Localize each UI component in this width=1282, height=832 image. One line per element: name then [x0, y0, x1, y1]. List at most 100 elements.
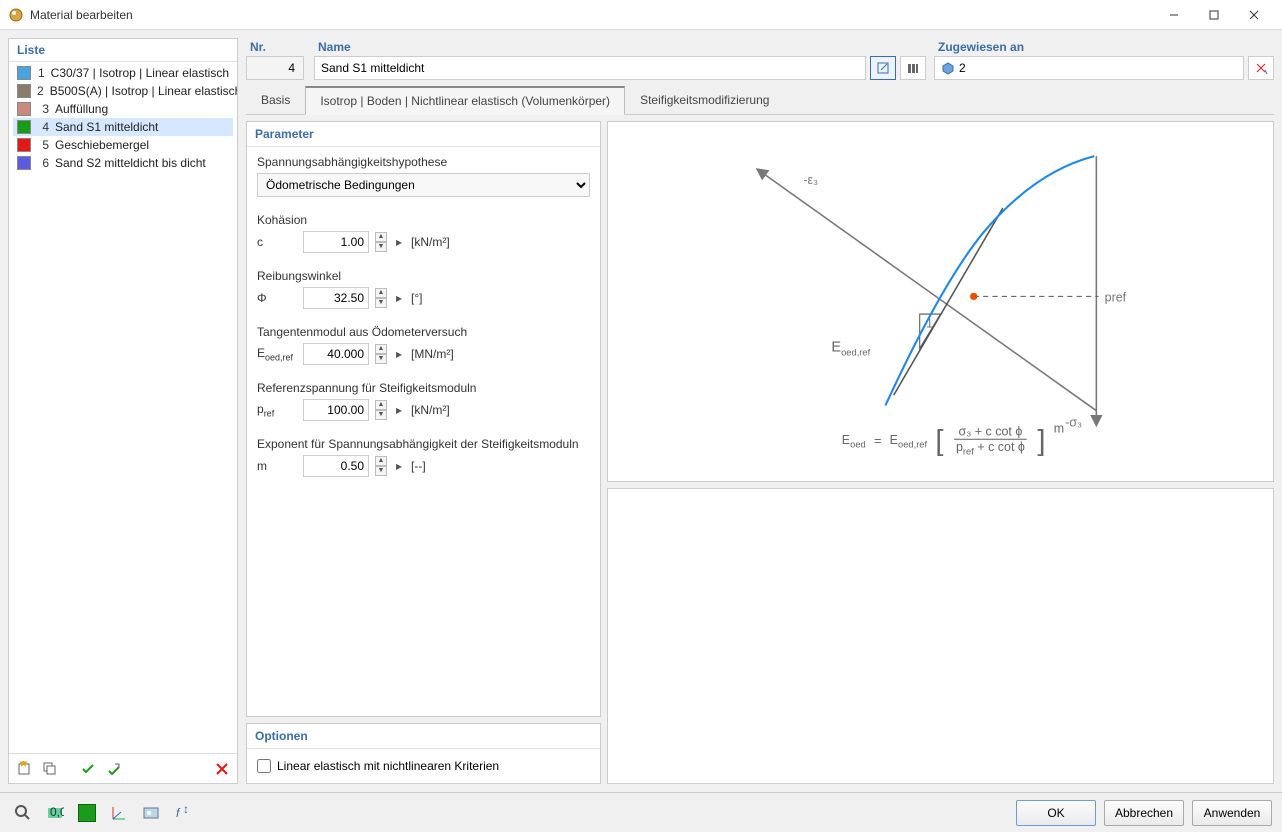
linear-elastic-checkbox-row[interactable]: Linear elastisch mit nichtlinearen Krite… — [257, 759, 590, 773]
svg-text:0,00: 0,00 — [50, 805, 64, 819]
material-number: 6 — [37, 156, 49, 170]
assigned-value: 2 — [959, 61, 966, 75]
parameter-panel: Parameter Spannungsabhängigkeitshypothes… — [246, 121, 601, 717]
edit-name-button[interactable] — [870, 56, 896, 80]
apply-button[interactable]: Anwenden — [1192, 800, 1272, 826]
material-item[interactable]: 2 B500S(A) | Isotrop | Linear elastisch — [13, 82, 233, 100]
c-spinner[interactable]: ▲▼ — [375, 232, 387, 252]
c-more-button[interactable]: ▸ — [393, 231, 405, 253]
main-area: Liste 1 C30/37 | Isotrop | Linear elasti… — [0, 30, 1282, 792]
m-symbol: m — [257, 459, 297, 473]
material-list[interactable]: 1 C30/37 | Isotrop | Linear elastisch 2 … — [9, 62, 237, 753]
minimize-button[interactable] — [1154, 0, 1194, 30]
list-header: Liste — [9, 39, 237, 62]
material-item[interactable]: 3 Auffüllung — [13, 100, 233, 118]
linear-elastic-checkbox[interactable] — [257, 759, 271, 773]
include-options-button[interactable] — [103, 758, 125, 780]
tab-bar: BasisIsotrop | Boden | Nichtlinear elast… — [246, 86, 1274, 115]
tab[interactable]: Basis — [246, 86, 305, 115]
material-name: C30/37 | Isotrop | Linear elastisch — [51, 66, 229, 80]
tab[interactable]: Steifigkeitsmodifizierung — [625, 86, 784, 115]
name-label: Name — [314, 38, 926, 56]
linear-elastic-label: Linear elastisch mit nichtlinearen Krite… — [277, 759, 499, 773]
hypothesis-label: Spannungsabhängigkeitshypothese — [257, 155, 590, 169]
svg-text:★: ★ — [18, 761, 29, 770]
function-icon[interactable]: f↕ — [170, 800, 196, 826]
list-toolbar: ★ — [9, 753, 237, 783]
m-more-button[interactable]: ▸ — [393, 455, 405, 477]
material-color-swatch — [17, 84, 31, 98]
bottom-bar: 0,00 f↕ OK Abbrechen Anwenden — [0, 792, 1282, 832]
phi-spinner[interactable]: ▲▼ — [375, 288, 387, 308]
ok-button[interactable]: OK — [1016, 800, 1096, 826]
y-axis-label: -ε₃ — [803, 173, 818, 187]
pref-more-button[interactable]: ▸ — [393, 399, 405, 421]
window-title: Material bearbeiten — [30, 8, 1154, 22]
c-unit: [kN/m²] — [411, 235, 450, 249]
pref-symbol: pref — [257, 402, 297, 418]
material-number: 3 — [37, 102, 49, 116]
material-list-panel: Liste 1 C30/37 | Isotrop | Linear elasti… — [8, 38, 238, 784]
nr-input[interactable] — [246, 56, 304, 80]
pref-spinner[interactable]: ▲▼ — [375, 400, 387, 420]
material-number: 1 — [37, 66, 45, 80]
material-item[interactable]: 5 Geschiebemergel — [13, 136, 233, 154]
cancel-button[interactable]: Abbrechen — [1104, 800, 1184, 826]
eoed-more-button[interactable]: ▸ — [393, 343, 405, 365]
m-input[interactable] — [303, 455, 369, 477]
lower-graph-panel — [607, 488, 1274, 784]
color-icon[interactable] — [74, 800, 100, 826]
material-item[interactable]: 1 C30/37 | Isotrop | Linear elastisch — [13, 64, 233, 82]
material-color-swatch — [17, 138, 31, 152]
material-item[interactable]: 6 Sand S2 mitteldicht bis dicht — [13, 154, 233, 172]
volume-icon — [941, 61, 955, 75]
search-icon[interactable] — [10, 800, 36, 826]
name-input[interactable] — [314, 56, 866, 80]
assigned-input[interactable]: 2 — [934, 56, 1244, 80]
clear-assignment-button[interactable] — [1248, 56, 1274, 80]
cohesion-label: Kohäsion — [257, 213, 590, 227]
eoed-input[interactable] — [303, 343, 369, 365]
new-item-button[interactable]: ★ — [13, 758, 35, 780]
app-icon — [8, 7, 24, 23]
delete-button[interactable] — [211, 758, 233, 780]
c-input[interactable] — [303, 231, 369, 253]
phi-input[interactable] — [303, 287, 369, 309]
eoed-symbol: Eoed,ref — [257, 346, 297, 362]
svg-text:pref: pref — [1105, 291, 1127, 305]
svg-text:↕: ↕ — [183, 804, 189, 816]
nr-label: Nr. — [246, 38, 306, 56]
options-panel: Optionen Linear elastisch mit nichtlinea… — [246, 723, 601, 784]
content-split: Parameter Spannungsabhängigkeitshypothes… — [246, 121, 1274, 784]
copy-item-button[interactable] — [39, 758, 61, 780]
eoed-unit: [MN/m²] — [411, 347, 454, 361]
eoed-spinner[interactable]: ▲▼ — [375, 344, 387, 364]
render-icon[interactable] — [138, 800, 164, 826]
svg-text:f: f — [176, 806, 181, 820]
material-number: 4 — [37, 120, 49, 134]
material-name: B500S(A) | Isotrop | Linear elastisch — [50, 84, 237, 98]
decimals-icon[interactable]: 0,00 — [42, 800, 68, 826]
material-name: Sand S2 mitteldicht bis dicht — [55, 156, 206, 170]
axes-icon[interactable] — [106, 800, 132, 826]
material-color-swatch — [17, 66, 31, 80]
title-bar: Material bearbeiten — [0, 0, 1282, 30]
hypothesis-dropdown[interactable]: Ödometrische Bedingungen — [257, 173, 590, 197]
include-button[interactable] — [77, 758, 99, 780]
phi-more-button[interactable]: ▸ — [393, 287, 405, 309]
library-button[interactable] — [900, 56, 926, 80]
close-button[interactable] — [1234, 0, 1274, 30]
tab[interactable]: Isotrop | Boden | Nichtlinear elastisch … — [305, 86, 625, 115]
material-color-swatch — [17, 102, 31, 116]
pref-input[interactable] — [303, 399, 369, 421]
m-spinner[interactable]: ▲▼ — [375, 456, 387, 476]
graph-panel: -ε₃ -σ₃ pref 1 Eoed,re — [607, 121, 1274, 482]
options-header: Optionen — [247, 724, 600, 749]
c-symbol: c — [257, 235, 297, 249]
header-row: Nr. Name Zugewiesen an 2 — [246, 38, 1274, 80]
phi-symbol: Φ — [257, 291, 297, 305]
m-unit: [--] — [411, 459, 426, 473]
maximize-button[interactable] — [1194, 0, 1234, 30]
material-item[interactable]: 4 Sand S1 mitteldicht — [13, 118, 233, 136]
exponent-label: Exponent für Spannungsabhängigkeit der S… — [257, 437, 590, 451]
